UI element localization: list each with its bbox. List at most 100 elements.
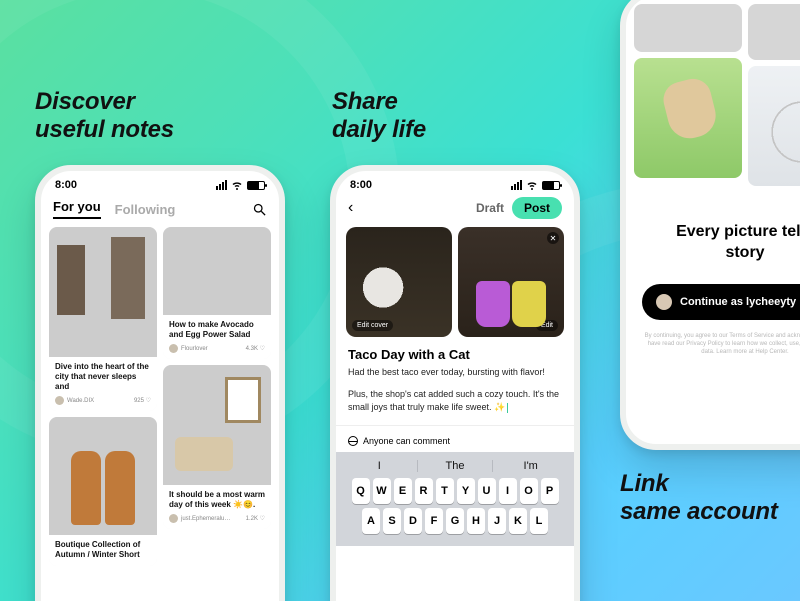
- card-city[interactable]: Dive into the heart of the city that nev…: [49, 227, 157, 411]
- avatar: [169, 514, 178, 523]
- key-s[interactable]: S: [383, 508, 401, 534]
- avatar: [169, 344, 178, 353]
- tile: [748, 4, 800, 60]
- key-row-1: QWERTYUIOP: [338, 478, 572, 504]
- keyboard: I The I'm QWERTYUIOP ASDFGHJKL: [336, 452, 574, 546]
- card-image: [49, 227, 157, 357]
- continue-as-button[interactable]: Continue as lycheeyty: [642, 284, 800, 320]
- card-author: Wade.DIX: [67, 398, 94, 404]
- suggestion[interactable]: I: [342, 460, 418, 472]
- signal-icon: [216, 180, 227, 190]
- sparkle-icon: ✨: [494, 402, 505, 412]
- app-store-promo: Discover useful notes Share daily life L…: [0, 0, 800, 601]
- cover-image-2[interactable]: ✕ Edit: [458, 227, 564, 337]
- key-q[interactable]: Q: [352, 478, 370, 504]
- status-bar: 8:00: [41, 171, 279, 193]
- key-o[interactable]: O: [520, 478, 538, 504]
- card-image: [163, 227, 271, 315]
- suggestion[interactable]: I'm: [493, 460, 568, 472]
- cta-username: lycheeyty: [746, 296, 796, 308]
- card-room[interactable]: It should be a most warm day of this wee…: [163, 365, 271, 529]
- text: useful notes: [35, 116, 174, 143]
- compose-body[interactable]: Had the best taco ever today, bursting w…: [336, 366, 574, 415]
- card-title: Dive into the heart of the city that nev…: [55, 362, 151, 392]
- key-j[interactable]: J: [488, 508, 506, 534]
- draft-button[interactable]: Draft: [476, 201, 504, 215]
- card-title: It should be a most warm day of this wee…: [169, 490, 265, 510]
- key-d[interactable]: D: [404, 508, 422, 534]
- permission-label: Anyone can comment: [363, 436, 450, 446]
- feed-tabs: For you Following: [41, 193, 279, 227]
- status-indicators: [216, 179, 265, 191]
- key-w[interactable]: W: [373, 478, 391, 504]
- avatar: [656, 294, 672, 310]
- text: Discover: [35, 88, 135, 115]
- body-line: Plus, the shop's cat added such a cozy t…: [348, 389, 559, 413]
- key-h[interactable]: H: [467, 508, 485, 534]
- edit-tag[interactable]: Edit: [536, 320, 558, 331]
- card-author: just.Ephemeralu…: [181, 516, 230, 522]
- keyboard-suggestions: I The I'm: [338, 456, 572, 478]
- search-icon[interactable]: [252, 202, 267, 217]
- key-p[interactable]: P: [541, 478, 559, 504]
- key-i[interactable]: I: [499, 478, 517, 504]
- phone-compose: 8:00 ‹ Draft Post Edit cover ✕ Edit Taco…: [330, 165, 580, 601]
- post-button[interactable]: Post: [512, 197, 562, 219]
- body-line: Had the best taco ever today, bursting w…: [348, 366, 562, 380]
- text-cursor: [507, 403, 508, 413]
- card-boots[interactable]: Boutique Collection of Autumn / Winter S…: [49, 417, 157, 566]
- phone-discover: 8:00 For you Following Dive into the hea…: [35, 165, 285, 601]
- key-f[interactable]: F: [425, 508, 443, 534]
- fine-print: By continuing, you agree to our Terms of…: [626, 324, 800, 365]
- key-t[interactable]: T: [436, 478, 454, 504]
- card-title: Boutique Collection of Autumn / Winter S…: [55, 540, 151, 560]
- compose-title[interactable]: Taco Day with a Cat: [336, 337, 574, 366]
- key-u[interactable]: U: [478, 478, 496, 504]
- key-y[interactable]: Y: [457, 478, 475, 504]
- edit-cover-tag[interactable]: Edit cover: [352, 320, 393, 331]
- key-l[interactable]: L: [530, 508, 548, 534]
- compose-topbar: ‹ Draft Post: [336, 193, 574, 227]
- clock: 8:00: [350, 179, 372, 191]
- globe-icon: [348, 436, 358, 446]
- headline-share: Share daily life: [332, 88, 426, 143]
- cover-image-1[interactable]: Edit cover: [346, 227, 452, 337]
- text: story: [725, 244, 764, 261]
- feed-col-left: Dive into the heart of the city that nev…: [49, 227, 157, 566]
- text: same account: [620, 498, 778, 525]
- key-k[interactable]: K: [509, 508, 527, 534]
- wifi-icon: [231, 179, 243, 191]
- card-likes: 4.3K ♡: [246, 345, 265, 352]
- key-row-2: ASDFGHJKL: [338, 508, 572, 534]
- tile-ferris-wheel: [748, 66, 800, 186]
- feed-col-right: How to make Avocado and Egg Power Salad …: [163, 227, 271, 566]
- tab-for-you[interactable]: For you: [53, 199, 101, 219]
- clock: 8:00: [55, 179, 77, 191]
- tab-following[interactable]: Following: [115, 202, 176, 217]
- key-e[interactable]: E: [394, 478, 412, 504]
- feed-grid: Dive into the heart of the city that nev…: [41, 227, 279, 566]
- card-likes: 925 ♡: [134, 397, 151, 404]
- phone-onboarding: Every picture tells story Continue as ly…: [620, 0, 800, 450]
- card-salad[interactable]: How to make Avocado and Egg Power Salad …: [163, 227, 271, 359]
- status-bar: 8:00: [336, 171, 574, 193]
- onboarding-grid: [626, 0, 800, 194]
- signal-icon: [511, 180, 522, 190]
- card-author: Flourlover: [181, 346, 208, 352]
- tile-dog: [634, 58, 742, 178]
- card-likes: 1.2K ♡: [246, 515, 265, 522]
- remove-image-icon[interactable]: ✕: [547, 232, 559, 244]
- key-r[interactable]: R: [415, 478, 433, 504]
- headline-discover: Discover useful notes: [35, 88, 174, 143]
- key-g[interactable]: G: [446, 508, 464, 534]
- battery-icon: [247, 181, 265, 190]
- key-a[interactable]: A: [362, 508, 380, 534]
- suggestion[interactable]: The: [418, 460, 494, 472]
- headline-link: Link same account: [620, 470, 778, 525]
- avatar: [55, 396, 64, 405]
- onboarding-title: Every picture tells story: [626, 194, 800, 280]
- card-title: How to make Avocado and Egg Power Salad: [169, 320, 265, 340]
- permission-row[interactable]: Anyone can comment: [336, 425, 574, 452]
- cta-prefix: Continue as: [680, 296, 746, 308]
- back-button[interactable]: ‹: [348, 199, 353, 217]
